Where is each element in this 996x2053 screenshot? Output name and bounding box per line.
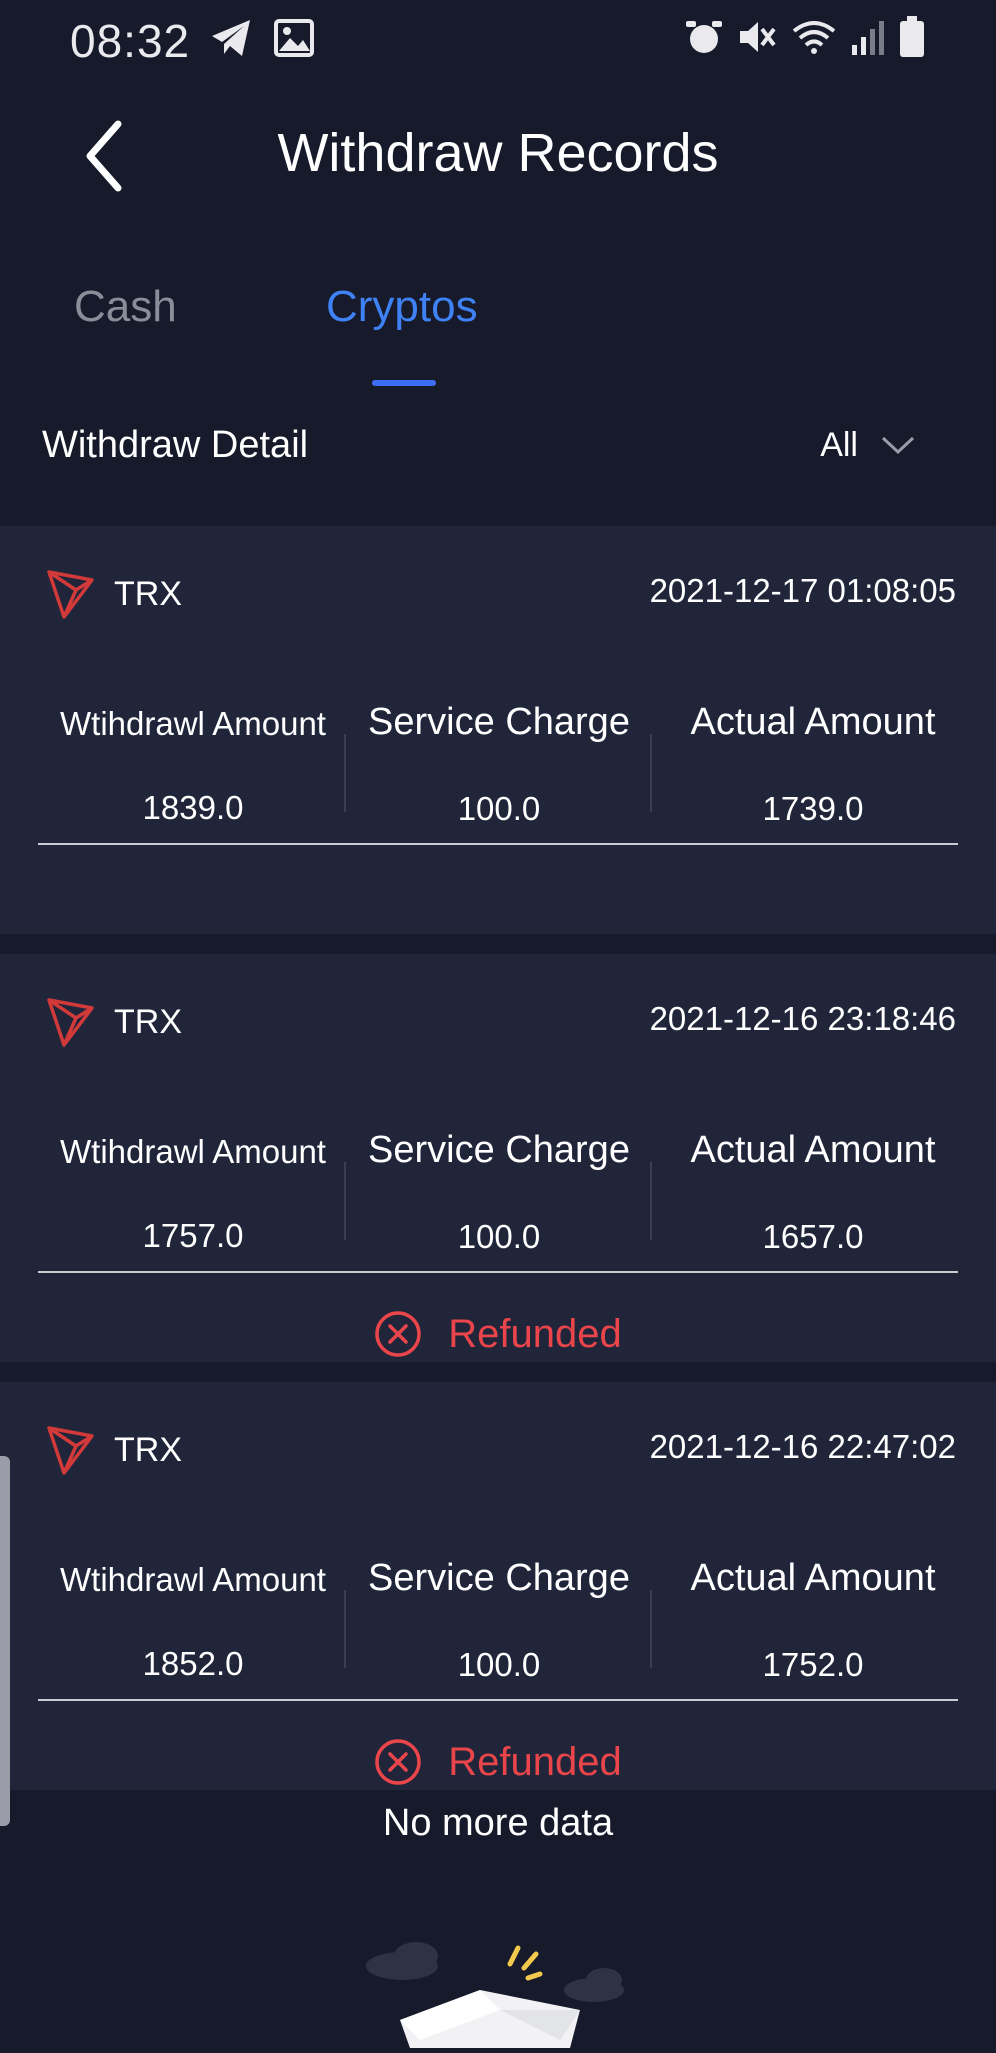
coin-header: TRX — [46, 996, 182, 1048]
record-datetime: 2021-12-16 22:47:02 — [649, 1428, 956, 1465]
service-charge-label: Service Charge — [368, 1129, 630, 1171]
withdrawal-amount-label: Wtihdrawl Amount — [60, 1133, 326, 1170]
withdrawal-amount-column: Wtihdrawl Amount 1839.0 — [40, 701, 346, 827]
actual-amount-column: Actual Amount 1739.0 — [652, 701, 974, 828]
divider — [38, 1699, 958, 1701]
coin-name: TRX — [114, 1002, 182, 1041]
close-circle-icon — [375, 1739, 421, 1785]
active-tab-indicator — [372, 380, 436, 386]
actual-amount-label: Actual Amount — [690, 1129, 936, 1171]
alarm-icon — [684, 17, 724, 62]
refund-status-text: Refunded — [448, 1311, 622, 1356]
mute-icon — [736, 17, 778, 62]
divider — [38, 1271, 958, 1273]
withdrawal-amount-label: Wtihdrawl Amount — [60, 705, 326, 742]
record-card: TRX 2021-12-16 23:18:46 Wtihdrawl Amount… — [0, 954, 996, 1362]
withdrawal-amount-value: 1839.0 — [142, 789, 244, 826]
actual-amount-value: 1752.0 — [762, 1646, 864, 1683]
page-title: Withdraw Records — [277, 123, 719, 183]
close-circle-icon — [375, 1311, 421, 1357]
withdrawal-amount-value: 1757.0 — [142, 1217, 244, 1254]
service-charge-value: 100.0 — [457, 1218, 541, 1255]
tron-logo-icon — [47, 570, 94, 619]
status-notification-icons — [210, 18, 314, 63]
withdraw-detail-title: Withdraw Detail — [42, 424, 309, 466]
refund-status-text: Refunded — [448, 1739, 622, 1784]
filter-selected-value: All — [820, 426, 858, 464]
coin-name: TRX — [114, 1430, 182, 1469]
tron-logo-icon — [47, 1426, 94, 1475]
actual-amount-label: Actual Amount — [690, 701, 936, 743]
withdrawal-amount-column: Wtihdrawl Amount 1757.0 — [40, 1129, 346, 1255]
tron-logo-icon — [47, 998, 94, 1047]
chevron-down-icon — [881, 436, 915, 454]
record-datetime: 2021-12-17 01:08:05 — [649, 572, 956, 609]
actual-amount-value: 1739.0 — [762, 790, 864, 827]
coin-name: TRX — [114, 574, 182, 613]
coin-header: TRX — [46, 568, 182, 620]
service-charge-column: Service Charge 100.0 — [346, 1129, 652, 1256]
battery-icon — [898, 16, 926, 63]
refund-status: Refunded — [0, 1738, 996, 1786]
service-charge-value: 100.0 — [457, 790, 541, 827]
service-charge-column: Service Charge 100.0 — [346, 701, 652, 828]
telegram-icon — [210, 18, 254, 63]
withdrawal-amount-label: Wtihdrawl Amount — [60, 1561, 326, 1598]
image-icon — [274, 18, 314, 63]
no-more-data-text: No more data — [382, 1802, 614, 1844]
service-charge-column: Service Charge 100.0 — [346, 1557, 652, 1684]
tab-cash[interactable]: Cash — [74, 282, 177, 332]
actual-amount-label: Actual Amount — [690, 1557, 936, 1599]
service-charge-label: Service Charge — [368, 701, 630, 743]
service-charge-label: Service Charge — [368, 1557, 630, 1599]
withdrawal-amount-column: Wtihdrawl Amount 1852.0 — [40, 1557, 346, 1683]
coin-header: TRX — [46, 1424, 182, 1476]
edge-panel-handle[interactable] — [0, 1456, 10, 1826]
record-card: TRX 2021-12-17 01:08:05 Wtihdrawl Amount… — [0, 526, 996, 934]
actual-amount-column: Actual Amount 1657.0 — [652, 1129, 974, 1256]
signal-icon — [850, 17, 886, 62]
empty-box-illustration — [360, 1940, 640, 2048]
wifi-icon — [790, 17, 838, 62]
record-datetime: 2021-12-16 23:18:46 — [649, 1000, 956, 1037]
withdrawal-amount-value: 1852.0 — [142, 1645, 244, 1682]
status-time: 08:32 — [70, 15, 191, 67]
tab-cryptos[interactable]: Cryptos — [326, 282, 478, 332]
service-charge-value: 100.0 — [457, 1646, 541, 1683]
record-card: TRX 2021-12-16 22:47:02 Wtihdrawl Amount… — [0, 1382, 996, 1790]
actual-amount-column: Actual Amount 1752.0 — [652, 1557, 974, 1684]
status-system-icons — [684, 16, 926, 63]
refund-status: Refunded — [0, 1310, 996, 1358]
filter-dropdown[interactable]: All — [820, 426, 916, 465]
divider — [38, 843, 958, 845]
actual-amount-value: 1657.0 — [762, 1218, 864, 1255]
